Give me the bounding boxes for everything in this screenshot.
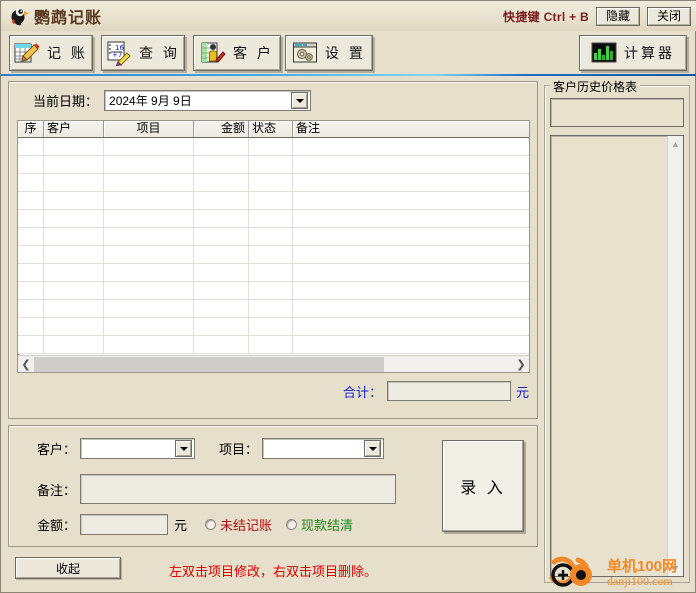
total-label: 合计：	[342, 384, 382, 400]
grid-header-customer[interactable]: 客户	[44, 121, 104, 137]
table-row[interactable]	[18, 138, 529, 156]
amount-input[interactable]	[80, 514, 169, 535]
title-bar: 鹦鹉记账 快捷键 Ctrl + B 隐藏 关闭	[1, 1, 696, 31]
grid-horizontal-scrollbar[interactable]: ❮ ❯	[18, 355, 529, 372]
toolbar: 记 账 16 +7 查 询 客 户 设 置 计算器	[1, 31, 696, 75]
item-label: 项目：	[219, 442, 259, 457]
submit-entry-button[interactable]: 录 入	[442, 440, 524, 532]
chevron-down-icon[interactable]	[364, 440, 382, 457]
amount-field-row: 金额： 元 未结记账 现款结清	[37, 514, 353, 535]
total-row: 合计： 元	[343, 381, 529, 401]
status-radio-group: 未结记账 现款结清	[205, 515, 353, 534]
customer-price-history-list[interactable]: ▲ ▼	[550, 135, 684, 577]
customer-combo[interactable]	[80, 438, 196, 459]
note-field-row: 备注：	[37, 474, 397, 504]
customer-icon	[200, 40, 226, 66]
customer-price-history-field[interactable]	[550, 98, 684, 127]
query-pencil-icon: 16 +7	[106, 40, 132, 67]
toolbar-button-calculator[interactable]: 计算器	[579, 35, 687, 71]
close-button[interactable]: 关闭	[647, 6, 691, 26]
customer-price-history-title: 客户历史价格表	[550, 78, 641, 95]
table-row[interactable]	[18, 246, 529, 264]
table-row[interactable]	[18, 336, 529, 354]
chevron-down-icon[interactable]	[291, 92, 309, 109]
toolbar-separator	[1, 74, 696, 76]
grid-header-status[interactable]: 状态	[249, 121, 293, 137]
customer-label: 客户：	[37, 442, 77, 457]
table-row[interactable]	[18, 300, 529, 318]
radio-unpaid-label: 未结记账	[220, 518, 273, 533]
toolbar-button-ledger[interactable]: 记 账	[9, 35, 93, 71]
total-unit-label: 元	[515, 384, 529, 400]
scroll-left-icon[interactable]: ❮	[18, 357, 34, 372]
bar-chart-calculator-icon	[591, 40, 617, 66]
customer-field-row: 客户：	[37, 438, 196, 459]
table-row[interactable]	[18, 318, 529, 336]
table-row[interactable]	[18, 192, 529, 210]
item-field-row: 项目：	[219, 438, 385, 459]
grid-header-row: 序 客户 项目 金额 状态 备注	[18, 121, 529, 138]
records-grid[interactable]: 序 客户 项目 金额 状态 备注 ❮ ❯	[17, 120, 530, 373]
shortcut-hint: 快捷键 Ctrl + B	[503, 9, 589, 24]
amount-label: 金额：	[37, 518, 77, 533]
scroll-down-icon[interactable]: ▼	[668, 560, 683, 576]
ledger-pencil-icon	[14, 40, 40, 66]
radio-unpaid[interactable]: 未结记账	[205, 515, 272, 534]
scroll-thumb[interactable]	[34, 356, 384, 372]
entry-form-panel: 客户： 项目： 备注： 金额： 元 未结记账 现款结清 录 入	[8, 425, 538, 547]
current-date-value: 2024年 9月 9日	[109, 94, 192, 108]
application-window: 鹦鹉记账 快捷键 Ctrl + B 隐藏 关闭 记 账 16 +7 查 询 客 …	[0, 0, 696, 593]
table-row[interactable]	[18, 282, 529, 300]
usage-hint-text: 左双击项目修改，右双击项目删除。	[169, 564, 378, 579]
toolbar-label-query: 查 询	[139, 45, 180, 61]
toolbar-button-settings[interactable]: 设 置	[285, 35, 373, 71]
parrot-icon	[9, 6, 29, 26]
collapse-button[interactable]: 收起	[15, 557, 121, 579]
app-title: 鹦鹉记账	[34, 10, 103, 27]
scroll-track[interactable]	[34, 356, 513, 372]
current-date-label: 当前日期：	[33, 94, 99, 109]
table-row[interactable]	[18, 156, 529, 174]
settings-gears-icon	[292, 40, 318, 66]
grid-header-amount[interactable]: 金额	[194, 121, 249, 137]
table-row[interactable]	[18, 174, 529, 192]
toolbar-label-settings: 设 置	[325, 45, 366, 61]
toolbar-label-ledger: 记 账	[47, 45, 88, 61]
price-history-list-items[interactable]	[551, 136, 667, 576]
grid-header-note[interactable]: 备注	[293, 121, 529, 137]
toolbar-button-query[interactable]: 16 +7 查 询	[101, 35, 185, 71]
table-row[interactable]	[18, 210, 529, 228]
chevron-down-icon[interactable]	[175, 440, 193, 457]
grid-header-index[interactable]: 序	[18, 121, 44, 137]
radio-paid-label: 现款结清	[301, 518, 354, 533]
radio-paid[interactable]: 现款结清	[286, 515, 353, 534]
price-history-vertical-scrollbar[interactable]: ▲ ▼	[667, 136, 683, 576]
scroll-up-icon[interactable]: ▲	[668, 136, 683, 152]
total-value-field	[386, 381, 511, 401]
grid-header-item[interactable]: 项目	[104, 121, 194, 137]
grid-body[interactable]	[18, 138, 529, 354]
item-combo[interactable]	[262, 438, 385, 459]
toolbar-label-customer: 客 户	[233, 45, 274, 61]
radio-paid-dot[interactable]	[286, 519, 298, 530]
table-row[interactable]	[18, 264, 529, 282]
toolbar-button-customer[interactable]: 客 户	[193, 35, 281, 71]
title-bar-actions: 快捷键 Ctrl + B 隐藏 关闭	[503, 6, 691, 26]
ledger-panel: 当前日期： 2024年 9月 9日 序 客户 项目 金额 状态 备注 ❮ ❯ 合…	[8, 81, 538, 419]
current-date-row: 当前日期： 2024年 9月 9日	[33, 90, 312, 111]
amount-unit-label: 元	[174, 518, 188, 533]
radio-unpaid-dot[interactable]	[205, 519, 217, 530]
hide-button[interactable]: 隐藏	[596, 6, 640, 26]
scroll-right-icon[interactable]: ❯	[513, 357, 529, 372]
note-label: 备注：	[37, 482, 77, 498]
table-row[interactable]	[18, 228, 529, 246]
note-input[interactable]	[80, 474, 397, 504]
toolbar-label-calculator: 计算器	[624, 45, 675, 61]
current-date-combo[interactable]: 2024年 9月 9日	[104, 90, 312, 111]
